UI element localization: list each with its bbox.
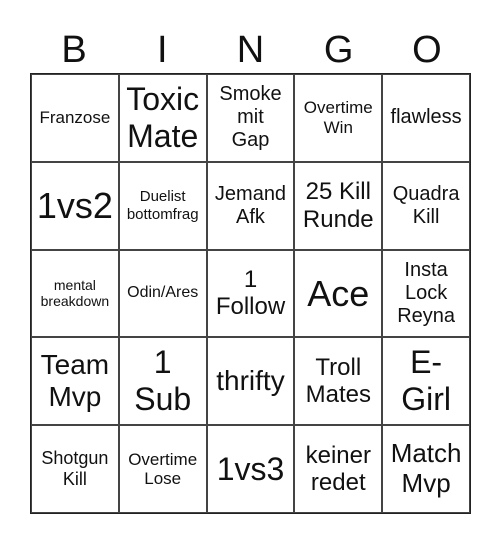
bingo-cell[interactable]: Jemand Afk: [206, 161, 295, 250]
bingo-cell[interactable]: Odin/Ares: [118, 249, 207, 338]
bingo-cell[interactable]: Overtime Win: [294, 74, 383, 162]
bingo-grid: Franzose Toxic Mate Smoke mit Gap Overti…: [30, 73, 471, 514]
header-letter: I: [157, 29, 168, 71]
bingo-cell[interactable]: thrifty: [206, 337, 295, 426]
header-letter: N: [236, 29, 265, 71]
bingo-cell[interactable]: Overtime Lose: [118, 425, 207, 513]
bingo-cell[interactable]: Insta Lock Reyna: [382, 249, 470, 338]
header-letter: O: [412, 29, 442, 71]
bingo-cell[interactable]: Match Mvp: [382, 425, 470, 513]
bingo-header: B I N G O: [30, 28, 471, 72]
bingo-cell[interactable]: 1vs3: [206, 425, 295, 513]
bingo-cell[interactable]: Quadra Kill: [382, 161, 470, 250]
bingo-cell[interactable]: Franzose: [31, 74, 119, 162]
bingo-cell[interactable]: 25 Kill Runde: [294, 161, 383, 250]
bingo-cell[interactable]: Shotgun Kill: [31, 425, 119, 513]
bingo-cell[interactable]: Duelist bottomfrag: [118, 161, 207, 250]
bingo-cell[interactable]: E- Girl: [382, 337, 470, 426]
bingo-cell[interactable]: 1 Sub: [118, 337, 207, 426]
header-letter: G: [323, 29, 354, 71]
bingo-cell[interactable]: 1 Follow: [206, 249, 295, 338]
bingo-cell[interactable]: Toxic Mate: [118, 74, 207, 162]
bingo-cell[interactable]: Ace: [294, 249, 383, 338]
bingo-cell[interactable]: Team Mvp: [31, 337, 119, 426]
bingo-cell[interactable]: Troll Mates: [294, 337, 383, 426]
header-letter: B: [61, 29, 87, 71]
bingo-cell[interactable]: 1vs2: [31, 161, 119, 250]
bingo-cell[interactable]: Smoke mit Gap: [206, 74, 295, 162]
bingo-cell[interactable]: keiner redet: [294, 425, 383, 513]
bingo-cell[interactable]: flawless: [382, 74, 470, 162]
bingo-cell[interactable]: mental breakdown: [31, 249, 119, 338]
